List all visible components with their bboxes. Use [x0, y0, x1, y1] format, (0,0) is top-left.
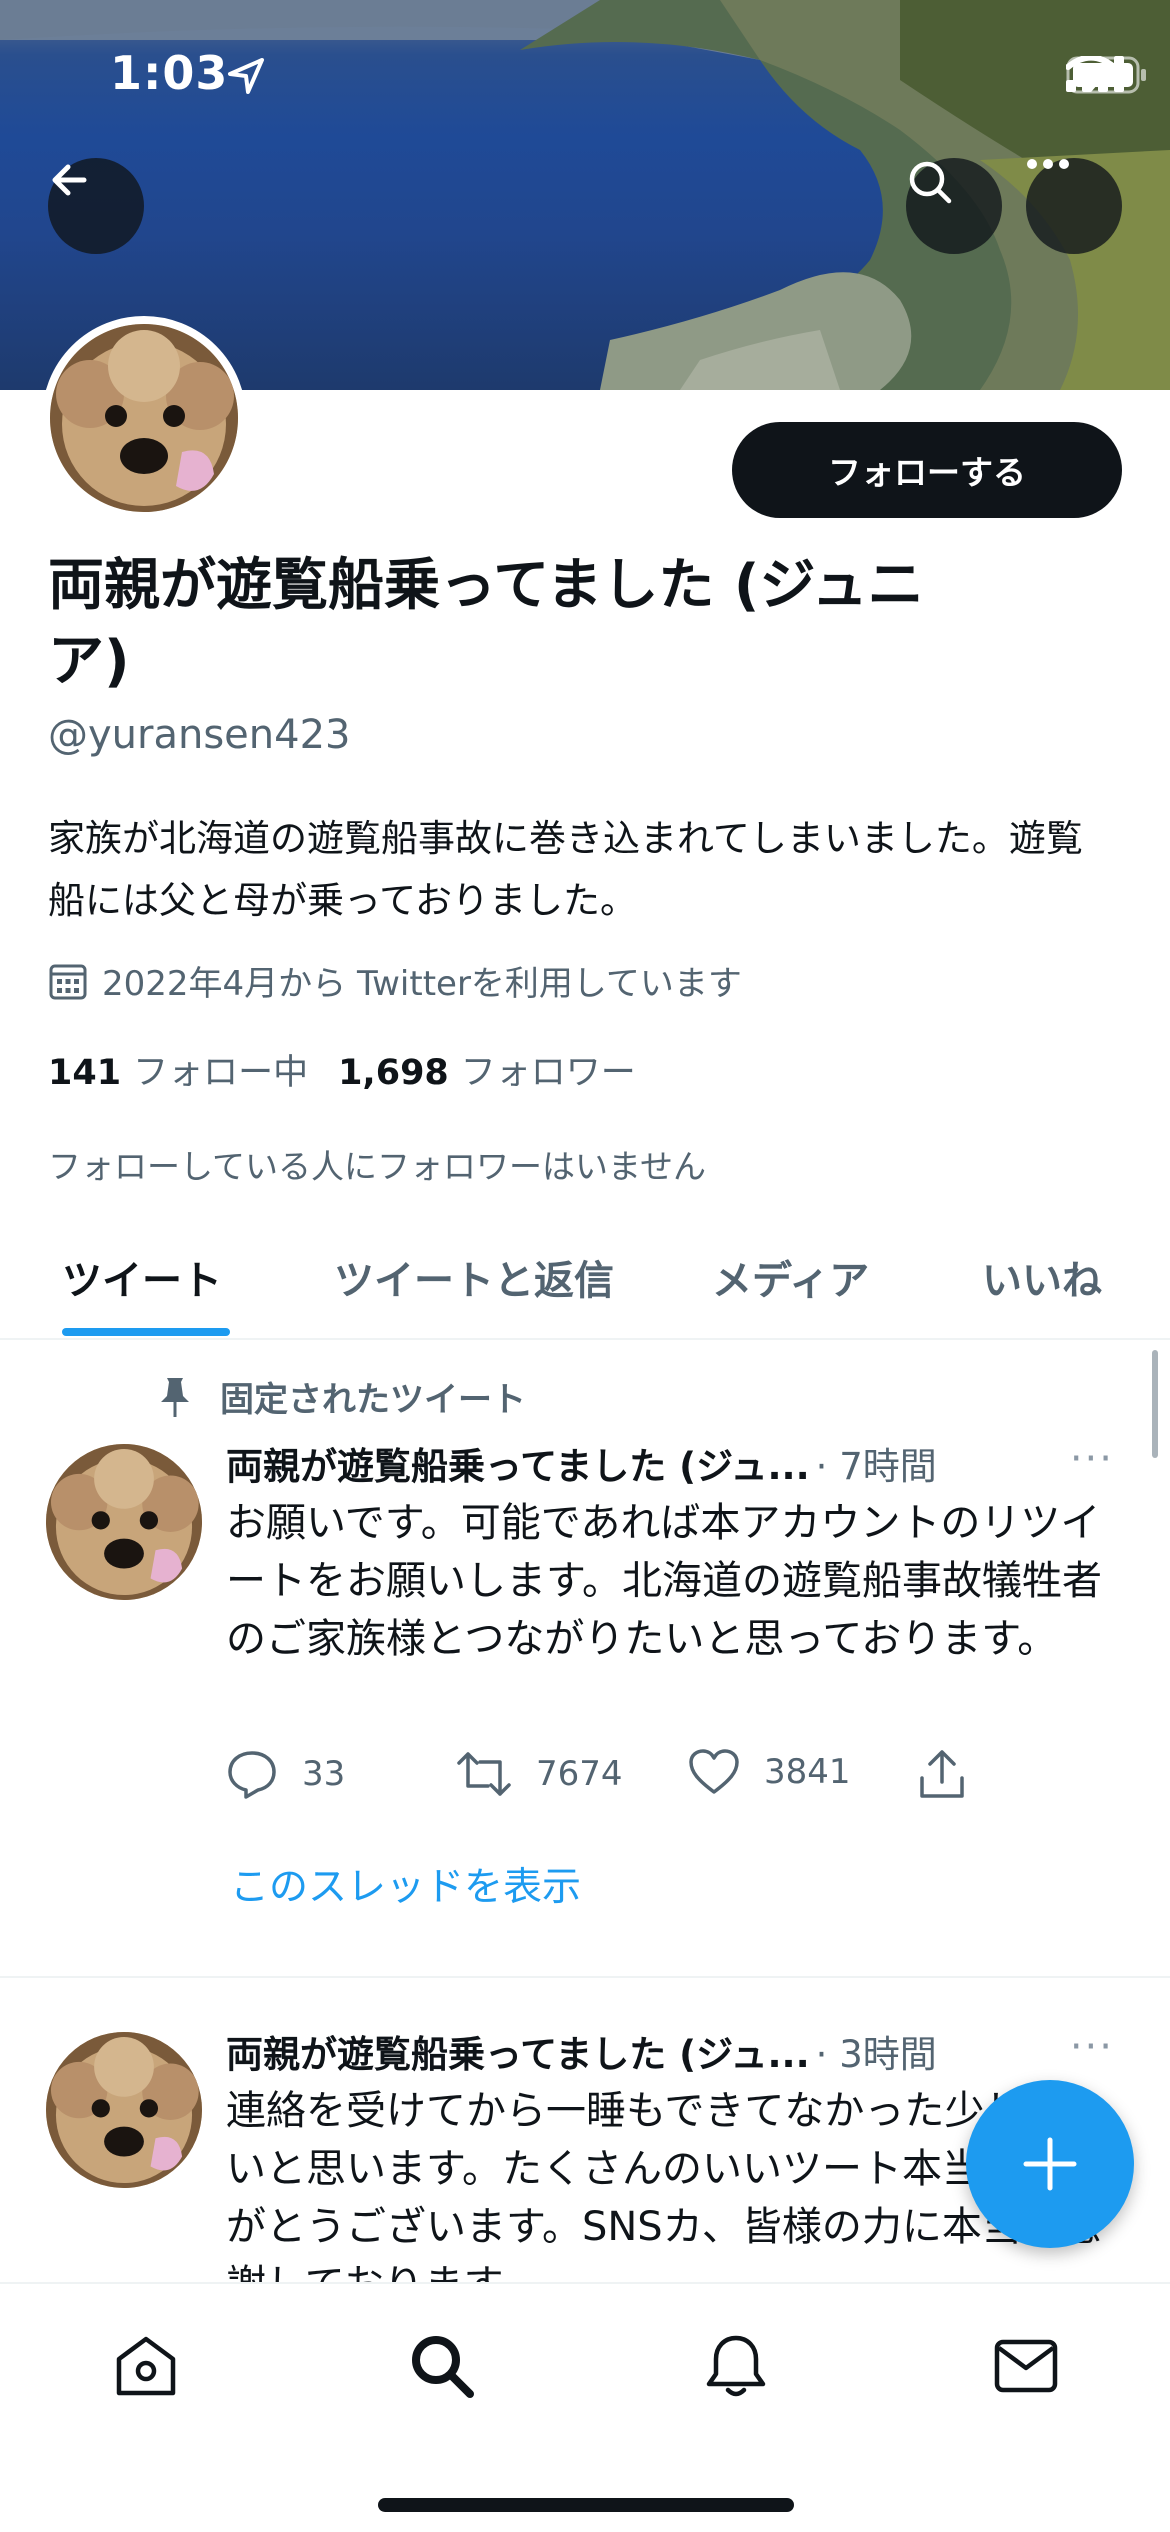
- tweet-divider: [0, 1976, 1170, 1978]
- nav-notifications[interactable]: [696, 2326, 776, 2406]
- status-time: 1:03: [110, 46, 229, 100]
- followers-link[interactable]: 1,698 フォロワー: [338, 1044, 636, 1095]
- tweet-actions: 33 7674 3841: [226, 1748, 1026, 1808]
- tweet-header: 両親が遊覧船乗ってました (ジュ... · 7時間: [226, 1436, 937, 1490]
- calendar-icon: [49, 964, 87, 999]
- tweet-avatar[interactable]: [46, 2032, 202, 2188]
- tweet-avatar[interactable]: [46, 1444, 202, 1600]
- tab-media[interactable]: メディア: [712, 1248, 869, 1306]
- tweet-timestamp[interactable]: · 7時間: [816, 1436, 937, 1490]
- share-button[interactable]: [916, 1748, 968, 1800]
- tweet-timestamp[interactable]: · 3時間: [816, 2024, 937, 2078]
- nav-home[interactable]: [106, 2326, 186, 2406]
- compose-tweet-button[interactable]: [966, 2080, 1134, 2248]
- followers-you-know-note: フォローしている人にフォロワーはいません: [48, 1147, 707, 1186]
- profile-avatar[interactable]: [42, 316, 246, 520]
- tweet-more-button[interactable]: ···: [1070, 2024, 1114, 2070]
- home-indicator[interactable]: [378, 2498, 794, 2512]
- retweet-button[interactable]: 7674: [456, 1748, 623, 1800]
- show-thread-link[interactable]: このスレッドを表示: [230, 1856, 581, 1912]
- plus-icon: [1023, 2137, 1077, 2191]
- bell-icon: [706, 2335, 766, 2397]
- scrollbar[interactable]: [1152, 1350, 1158, 1458]
- profile-bio: 家族が北海道の遊覧船事故に巻き込まれてしまいました。遊覧船には父と母が乗っており…: [48, 817, 1083, 922]
- tab-tweets[interactable]: ツイート: [62, 1248, 222, 1306]
- joined-date: 2022年4月から Twitterを利用しています: [48, 956, 742, 1005]
- pinned-tweet-label: 固定されたツイート: [152, 1372, 526, 1421]
- reply-button[interactable]: 33: [226, 1748, 345, 1800]
- more-dots-icon: [1027, 159, 1069, 169]
- profile-handle: @yuransen423: [48, 712, 351, 758]
- reply-count: 33: [302, 1754, 346, 1794]
- followers-count: 1,698: [338, 1053, 449, 1093]
- pinned-text: 固定されたツイート: [220, 1380, 526, 1420]
- follow-button[interactable]: フォローする: [732, 422, 1122, 518]
- like-count: 3841: [764, 1752, 851, 1792]
- nav-search[interactable]: [402, 2326, 482, 2406]
- tab-tweets-and-replies[interactable]: ツイートと返信: [334, 1248, 614, 1306]
- retweet-icon: [457, 1752, 511, 1796]
- like-button[interactable]: 3841: [688, 1748, 851, 1796]
- envelope-icon: [994, 2339, 1058, 2393]
- active-tab-indicator: [62, 1328, 230, 1336]
- retweet-count: 7674: [536, 1754, 623, 1794]
- tweet-author-name[interactable]: 両親が遊覧船乗ってました (ジュ...: [226, 2024, 810, 2078]
- share-icon: [920, 1750, 964, 1798]
- tweet-more-button[interactable]: ···: [1070, 1436, 1114, 1482]
- reply-icon: [228, 1751, 276, 1799]
- dog-avatar-image: [50, 324, 238, 512]
- tweet-header: 両親が遊覧船乗ってました (ジュ... · 3時間: [226, 2024, 937, 2078]
- dog-avatar-image: [46, 2032, 202, 2188]
- tweet-text: お願いです。可能であれば本アカウントのリツイートをお願いします。北海道の遊覧船事…: [226, 1500, 1102, 1662]
- tweet-author-name[interactable]: 両親が遊覧船乗ってました (ジュ...: [226, 1436, 810, 1490]
- joined-text: 2022年4月から Twitterを利用しています: [102, 964, 742, 1004]
- bottom-navigation: [0, 2282, 1170, 2532]
- search-button[interactable]: [906, 158, 1002, 254]
- heart-icon: [689, 1749, 739, 1794]
- more-options-button[interactable]: [1026, 158, 1122, 254]
- home-icon: [116, 2336, 176, 2396]
- nav-messages[interactable]: [986, 2326, 1066, 2406]
- pin-icon: [161, 1377, 189, 1417]
- profile-display-name: 両親が遊覧船乗ってました (ジュニア): [48, 553, 924, 694]
- dog-avatar-image: [46, 1444, 202, 1600]
- following-count: 141: [48, 1053, 122, 1093]
- back-arrow-icon: [52, 164, 87, 196]
- tab-likes[interactable]: いいね: [982, 1248, 1102, 1306]
- search-icon: [412, 2336, 474, 2398]
- back-button[interactable]: [48, 158, 144, 254]
- following-link[interactable]: 141 フォロー中: [48, 1044, 308, 1095]
- following-label: フォロー中: [133, 1053, 309, 1093]
- profile-tabs: ツイート ツイートと返信 メディア いいね: [0, 1230, 1170, 1340]
- search-icon: [909, 161, 952, 204]
- followers-label: フォロワー: [460, 1053, 636, 1093]
